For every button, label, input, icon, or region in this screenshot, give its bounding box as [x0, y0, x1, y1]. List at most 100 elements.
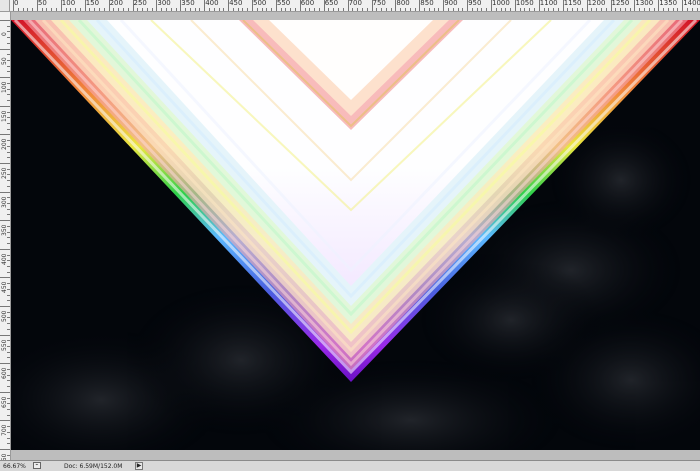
ruler-tick-label: 1000: [492, 0, 510, 7]
status-menu-arrow-icon[interactable]: ▶: [135, 462, 143, 470]
ruler-tick: [7, 128, 10, 130]
ruler-tick: [223, 8, 225, 11]
ruler-tick: [271, 8, 273, 11]
ruler-tick-label: 900: [444, 0, 458, 7]
ruler-tick: [529, 8, 531, 11]
ruler-tick: [7, 368, 10, 370]
ruler-tick: [7, 197, 10, 199]
ruler-tick: [204, 0, 206, 11]
ruler-tick: [7, 397, 10, 399]
ruler-tick: [180, 0, 182, 11]
ruler-tick: [7, 151, 10, 153]
ruler-tick: [256, 8, 258, 11]
ruler-tick: [13, 0, 14, 11]
ruler-tick: [7, 357, 10, 359]
ruler-tick: [0, 105, 10, 107]
ruler-tick-label: 350: [181, 0, 195, 7]
ruler-tick: [0, 163, 10, 164]
ruler-tick: [208, 8, 210, 11]
ruler-tick: [84, 0, 86, 11]
document-canvas[interactable]: [11, 20, 700, 450]
ruler-tick: [0, 420, 10, 422]
ruler-tick: [199, 8, 201, 11]
ruler-tick: [686, 8, 688, 11]
ruler-tick: [663, 8, 665, 11]
ruler-tick: [419, 0, 421, 11]
ruler-tick: [629, 8, 631, 11]
ruler-tick: [7, 180, 10, 182]
ruler-tick: [7, 454, 10, 456]
ruler-tick: [304, 8, 306, 11]
ruler-tick: [118, 8, 120, 11]
ruler-tick: [7, 117, 10, 119]
ruler-tick: [0, 48, 10, 50]
ruler-tick: [0, 277, 10, 279]
ruler-tick-label: 1300: [635, 0, 654, 7]
ruler-tick: [562, 0, 564, 11]
ruler-tick: [75, 8, 77, 11]
ruler-tick: [519, 8, 521, 11]
ruler-tick: [56, 8, 58, 11]
zoom-level[interactable]: 66.67%: [3, 463, 26, 470]
ruler-tick-label: 850: [420, 0, 434, 7]
ruler-tick: [7, 88, 10, 90]
ruler-tick-label: 1400: [683, 0, 700, 7]
ruler-tick: [94, 8, 96, 11]
ruler-origin-corner[interactable]: [0, 0, 10, 11]
ruler-tick-label: 1200: [587, 0, 606, 7]
ruler-tick: [524, 8, 526, 11]
ruler-tick: [247, 8, 249, 11]
ruler-tick: [491, 0, 492, 11]
ruler-tick: [682, 0, 684, 11]
ruler-tick: [653, 8, 655, 11]
ruler-tick: [7, 60, 10, 62]
ruler-tick: [132, 0, 134, 11]
ruler-tick: [624, 8, 626, 11]
ruler-tick-label: 100: [61, 0, 76, 7]
ruler-tick-label: 1250: [611, 0, 630, 7]
ruler-tick: [7, 71, 10, 73]
ruler-tick: [7, 386, 10, 388]
ruler-tick: [242, 8, 244, 11]
ruler-tick: [7, 225, 10, 227]
ruler-tick: [7, 42, 10, 44]
ruler-tick: [7, 294, 10, 296]
ruler-tick: [156, 0, 158, 11]
horizontal-ruler[interactable]: 0 50 100 150 200 250 300 350 400 450 500 550 600 650 7…: [0, 0, 700, 12]
ruler-tick: [371, 0, 373, 11]
ruler-tick: [261, 8, 263, 11]
canvas-pasteboard: [11, 12, 700, 20]
ruler-tick: [7, 260, 10, 262]
ruler-tick: [7, 351, 10, 353]
ruler-tick: [0, 306, 10, 307]
ruler-tick: [7, 208, 10, 210]
ruler-tick: [27, 8, 29, 11]
ruler-tick: [285, 8, 287, 11]
ruler-tick: [218, 8, 220, 11]
ruler-tick: [605, 8, 607, 11]
ruler-tick: [7, 431, 10, 433]
ruler-tick: [7, 300, 10, 302]
ruler-tick-label: 500: [253, 0, 267, 7]
ruler-tick: [538, 0, 540, 11]
ruler-tick: [347, 0, 349, 11]
ruler-tick: [577, 8, 579, 11]
ruler-tick: [639, 8, 641, 11]
ruler-tick: [122, 8, 124, 11]
ruler-tick: [7, 340, 10, 342]
ruler-tick-label: 600: [300, 0, 315, 7]
ruler-tick: [357, 8, 359, 11]
ruler-tick: [189, 8, 191, 11]
ruler-tick: [7, 437, 10, 439]
ruler-tick: [7, 403, 10, 405]
status-info-icon[interactable]: ⌁: [33, 462, 41, 469]
ruler-tick: [557, 8, 559, 11]
ruler-tick: [7, 254, 10, 256]
ruler-tick-label: 1150: [563, 0, 582, 7]
vertical-ruler[interactable]: 0 50 100 150 200 250 300 350 400 450 500 550 600 650 7…: [0, 12, 11, 460]
ruler-tick: [342, 8, 344, 11]
ruler-tick: [266, 8, 268, 11]
ruler-tick: [390, 8, 392, 11]
ruler-tick: [409, 8, 411, 11]
ruler-tick: [151, 8, 153, 11]
